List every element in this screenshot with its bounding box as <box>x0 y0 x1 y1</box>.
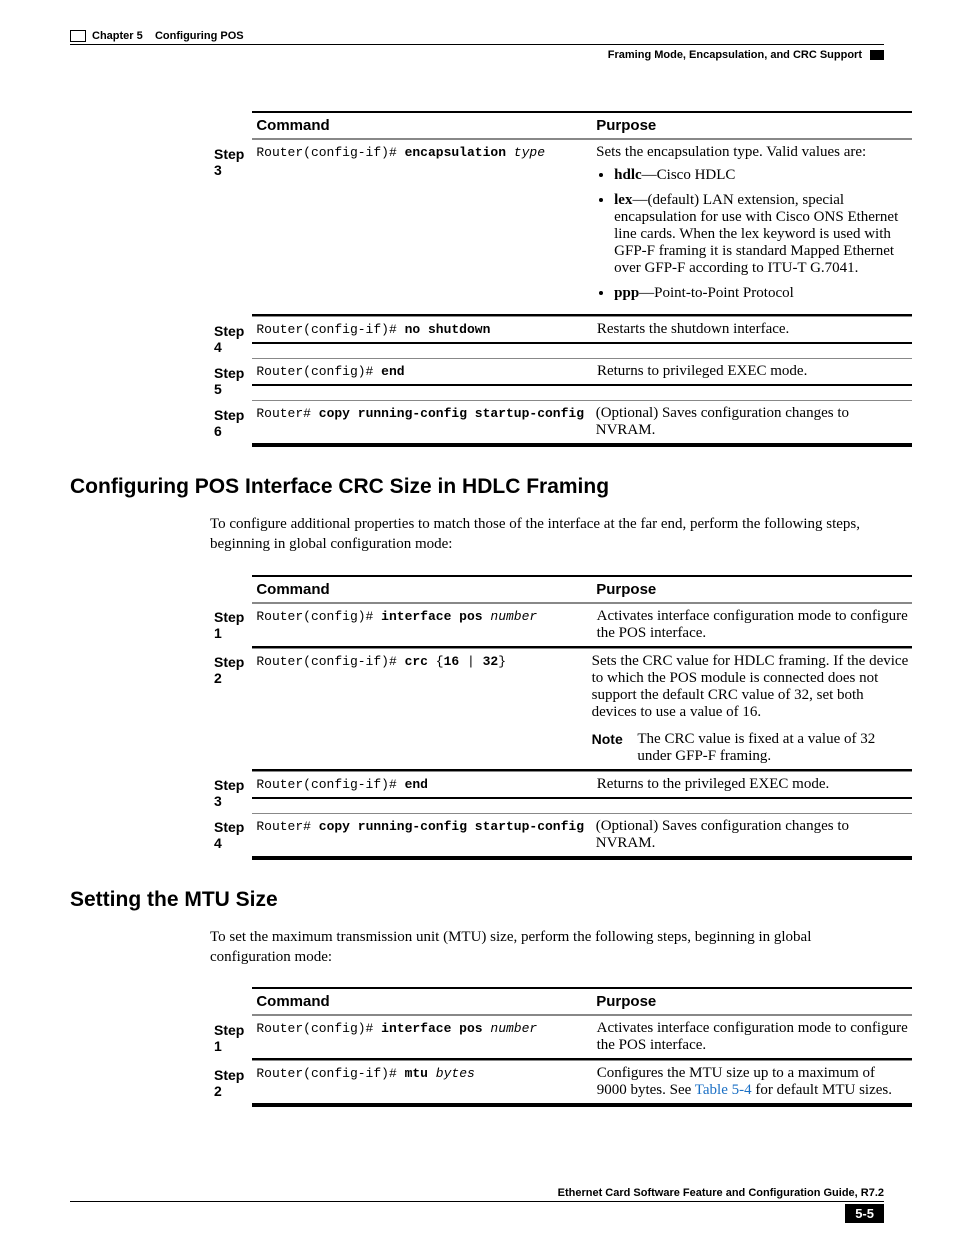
table-row: Step 6 Router# copy running-config start… <box>210 401 912 447</box>
header-section-title: Framing Mode, Encapsulation, and CRC Sup… <box>608 49 862 61</box>
col-header-command: Command <box>252 988 592 1015</box>
page-number-badge: 5-5 <box>845 1204 884 1223</box>
header-end-marker <box>870 50 884 60</box>
table-row: Step 4 Router(config-if)# no shutdown Re… <box>210 317 912 359</box>
footer-title: Ethernet Card Software Feature and Confi… <box>558 1187 884 1199</box>
step-label: Step 1 <box>210 1016 252 1061</box>
table-row: Step 4 Router# copy running-config start… <box>210 813 912 859</box>
table-row: Step 1 Router(config)# interface pos num… <box>210 1016 912 1061</box>
table-row: Step 5 Router(config)# end Returns to pr… <box>210 359 912 401</box>
step-label: Step 2 <box>210 648 252 771</box>
table-row: Step 2 Router(config-if)# mtu bytes Conf… <box>210 1061 912 1107</box>
page-footer: Ethernet Card Software Feature and Confi… <box>70 1187 884 1202</box>
encapsulation-table: Command Purpose Step 3 Router(config-if)… <box>210 111 884 447</box>
encapsulation-options: hdlc—Cisco HDLC lex—(default) LAN extens… <box>596 167 908 302</box>
step-label: Step 4 <box>210 813 252 859</box>
section-intro: To set the maximum transmission unit (MT… <box>210 927 884 968</box>
step-label: Step 2 <box>210 1061 252 1107</box>
section-heading-crc: Configuring POS Interface CRC Size in HD… <box>70 475 884 499</box>
mtu-table: Command Purpose Step 1 Router(config)# i… <box>210 987 884 1107</box>
col-header-purpose: Purpose <box>592 988 912 1015</box>
col-header-purpose: Purpose <box>592 576 912 603</box>
step-label: Step 6 <box>210 401 252 447</box>
table-row: Step 1 Router(config)# interface pos num… <box>210 603 912 648</box>
table-row: Step 2 Router(config-if)# crc {16 | 32} … <box>210 648 912 771</box>
col-header-command: Command <box>252 576 592 603</box>
step-label: Step 4 <box>210 317 252 359</box>
table-link[interactable]: Table 5-4 <box>695 1082 752 1098</box>
table-row: Step 3 Router(config-if)# end Returns to… <box>210 771 912 813</box>
step-label: Step 5 <box>210 359 252 401</box>
page-header: Chapter 5 Configuring POS Framing Mode, … <box>70 30 884 61</box>
col-header-purpose: Purpose <box>592 112 912 139</box>
section-intro: To configure additional properties to ma… <box>210 514 884 555</box>
table-row: Step 3 Router(config-if)# encapsulation … <box>210 140 912 317</box>
note-block: Note The CRC value is fixed at a value o… <box>592 731 909 765</box>
step-label: Step 1 <box>210 603 252 648</box>
col-header-command: Command <box>252 112 592 139</box>
section-heading-mtu: Setting the MTU Size <box>70 888 884 912</box>
header-left-marker <box>70 30 86 42</box>
crc-table: Command Purpose Step 1 Router(config)# i… <box>210 575 884 860</box>
step-label: Step 3 <box>210 771 252 813</box>
chapter-label: Chapter 5 Configuring POS <box>92 30 244 42</box>
step-label: Step 3 <box>210 140 252 317</box>
